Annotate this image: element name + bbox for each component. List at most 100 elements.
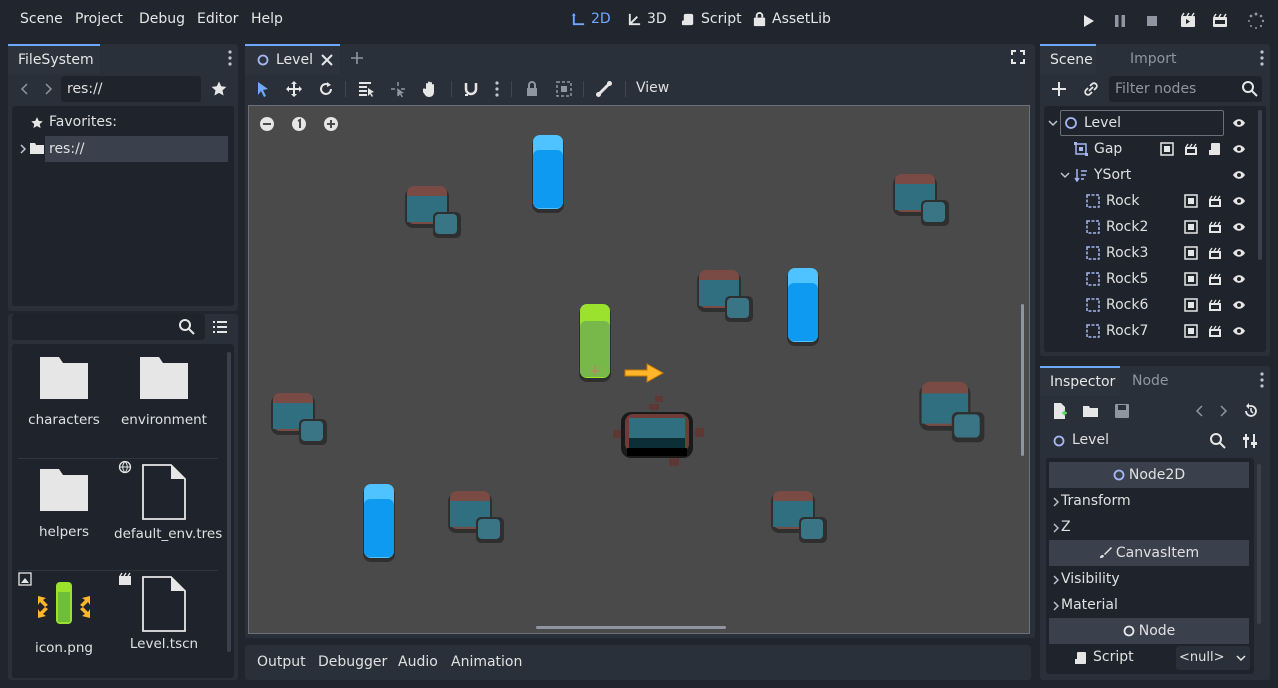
file-item-environment[interactable]: environment [114,356,214,428]
back-icon[interactable] [16,80,34,98]
history-icon[interactable] [1242,402,1260,420]
rock-sprite[interactable] [695,268,757,324]
history-forward-icon[interactable] [1214,402,1232,420]
tools-icon[interactable] [1241,432,1259,450]
gap-hole-sprite[interactable] [609,394,709,470]
list-select-icon[interactable] [357,80,375,98]
visibility-eye-icon[interactable] [1232,142,1246,156]
tree-row-gap[interactable]: Gap [1044,136,1264,162]
instance-scene-icon[interactable] [1208,298,1222,312]
inspector-section-canvasitem[interactable]: CanvasItem [1049,540,1249,566]
group-icon[interactable] [1184,298,1198,312]
inspector-prop-z[interactable]: Z [1053,519,1071,535]
instance-scene-icon[interactable] [1184,142,1198,156]
play-custom-scene-icon[interactable] [1211,12,1229,30]
view-menu[interactable]: View [636,80,669,96]
bottom-tab-audio[interactable]: Audio [398,654,438,670]
tab-filesystem[interactable]: FileSystem [8,44,100,74]
canvas-viewport[interactable] [248,105,1030,634]
tab-import[interactable]: Import [1120,44,1186,74]
rock-sprite[interactable] [917,379,989,445]
visibility-eye-icon[interactable] [1232,272,1246,286]
tree-row-ysort[interactable]: YSort [1044,162,1264,188]
group-icon[interactable] [1184,246,1198,260]
list-view-icon[interactable] [211,318,229,336]
blue-character-sprite[interactable] [530,134,566,216]
file-item-default-env[interactable]: default_env.tres [114,464,222,544]
zoom-reset-icon[interactable] [291,116,307,132]
rock-sprite[interactable] [269,391,331,447]
menu-help[interactable]: Help [251,11,283,27]
rotate-mode-icon[interactable] [317,80,335,98]
instance-link-icon[interactable] [1082,80,1100,98]
visibility-eye-icon[interactable] [1232,324,1246,338]
file-item-icon-png[interactable]: icon.png [14,580,114,656]
pan-hand-icon[interactable] [421,80,439,98]
filter-nodes-input[interactable]: Filter nodes [1109,76,1262,102]
file-item-characters[interactable]: characters [14,356,114,428]
add-tab-icon[interactable] [349,50,365,66]
filesystem-menu-icon[interactable] [228,50,232,66]
workspace-3d[interactable]: 3D [627,11,667,27]
tab-inspector[interactable]: Inspector [1040,366,1120,396]
file-item-helpers[interactable]: helpers [14,468,114,540]
snap-magnet-icon[interactable] [462,80,480,98]
move-mode-icon[interactable] [285,80,303,98]
add-node-icon[interactable] [1050,80,1068,98]
history-back-icon[interactable] [1191,402,1209,420]
group-icon[interactable] [1160,142,1174,156]
inspector-prop-visibility[interactable]: Visibility [1053,571,1120,587]
path-field[interactable]: res:// [61,76,201,102]
inspector-prop-material[interactable]: Material [1053,597,1118,613]
visibility-eye-icon[interactable] [1232,116,1246,130]
select-mode-icon[interactable] [254,80,272,98]
file-grid-scrollbar[interactable] [227,352,231,652]
blue-character-sprite[interactable] [785,267,821,349]
close-icon[interactable] [321,54,333,66]
chevron-down-icon[interactable] [1048,118,1058,128]
visibility-eye-icon[interactable] [1232,220,1246,234]
file-item-level-tscn[interactable]: Level.tscn [114,576,214,652]
menu-editor[interactable]: Editor [197,11,238,27]
menu-project[interactable]: Project [75,11,123,27]
inspector-menu-icon[interactable] [1260,372,1264,388]
tab-level[interactable]: Level [245,44,340,74]
tree-row-rock7[interactable]: Rock7 [1044,318,1264,344]
visibility-eye-icon[interactable] [1232,246,1246,260]
group-icon[interactable] [1184,324,1198,338]
rock-sprite[interactable] [769,489,831,545]
pause-icon[interactable] [1111,12,1129,30]
group-icon[interactable] [1184,220,1198,234]
chevron-right-icon[interactable] [18,143,28,155]
file-filter-input[interactable] [12,314,205,340]
bottom-tab-animation[interactable]: Animation [451,654,522,670]
visibility-eye-icon[interactable] [1232,194,1246,208]
bottom-tab-output[interactable]: Output [257,654,306,670]
play-scene-icon[interactable] [1179,12,1197,30]
tree-row-rock[interactable]: Rock [1044,188,1264,214]
bone-icon[interactable] [595,80,613,98]
rock-sprite[interactable] [446,489,508,545]
lock-icon[interactable] [523,80,541,98]
menu-debug[interactable]: Debug [139,11,185,27]
inspector-section-node[interactable]: Node [1049,618,1249,644]
tree-row-rock2[interactable]: Rock2 [1044,214,1264,240]
zoom-in-icon[interactable] [323,116,339,132]
player-character-sprite[interactable] [577,303,613,385]
tab-scene[interactable]: Scene [1040,44,1096,74]
fullscreen-icon[interactable] [1011,50,1025,64]
forward-icon[interactable] [39,80,57,98]
pivot-icon[interactable] [389,80,407,98]
visibility-eye-icon[interactable] [1232,168,1246,182]
tree-row-rock3[interactable]: Rock3 [1044,240,1264,266]
rock-sprite[interactable] [403,184,465,240]
blue-character-sprite[interactable] [361,483,397,565]
snap-options-icon[interactable] [495,81,499,97]
chevron-down-icon[interactable] [1060,170,1070,180]
rock-sprite[interactable] [891,172,953,228]
tree-row-level[interactable]: Level [1044,110,1264,136]
new-resource-icon[interactable] [1051,402,1069,420]
property-search-icon[interactable] [1209,432,1227,450]
inspector-prop-transform[interactable]: Transform [1053,493,1131,509]
menu-scene[interactable]: Scene [20,11,63,27]
